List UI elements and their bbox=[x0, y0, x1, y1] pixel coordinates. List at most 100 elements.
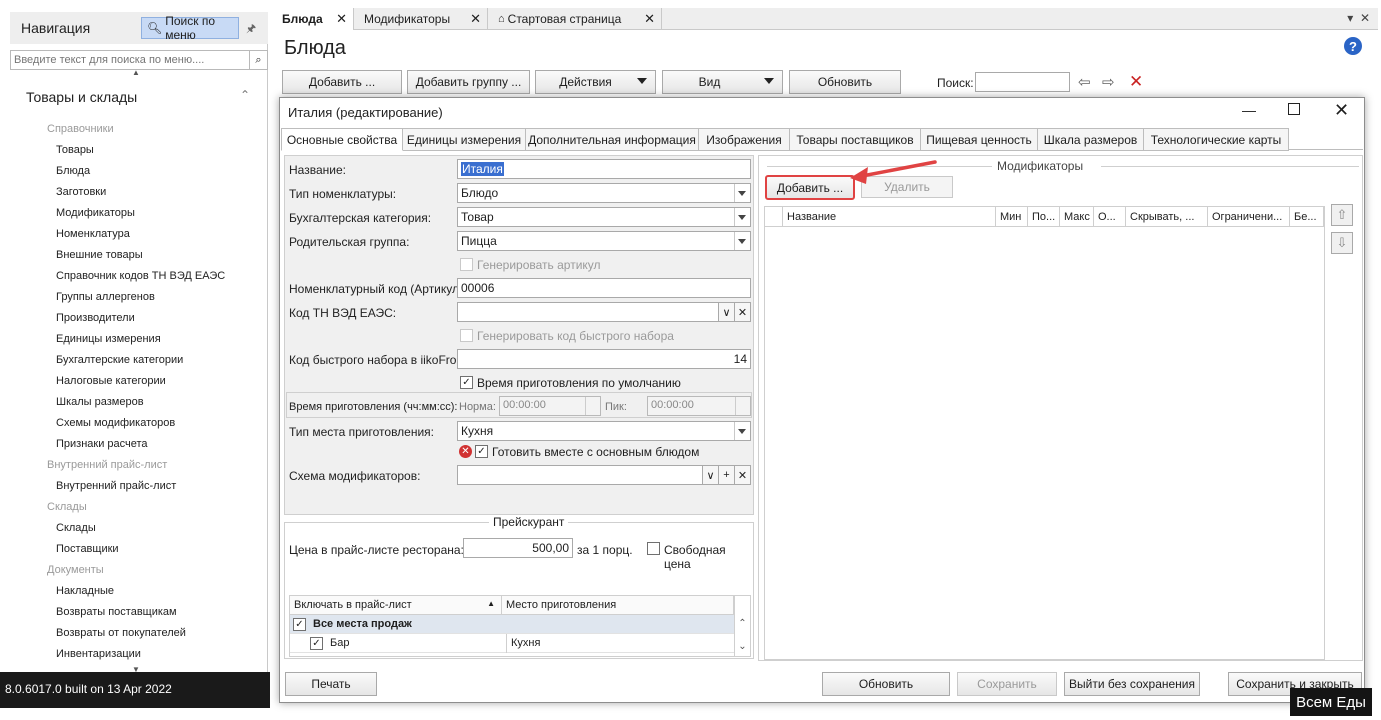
tab-modifiers[interactable]: Модификаторы ✕ bbox=[354, 8, 488, 30]
tab-tech-cards[interactable]: Технологические карты bbox=[1144, 128, 1289, 151]
sidebar-item[interactable]: Модификаторы bbox=[56, 207, 135, 219]
sidebar-item[interactable]: Накладные bbox=[56, 585, 114, 597]
sidebar-item[interactable]: Бухгалтерские категории bbox=[56, 354, 183, 366]
move-up-icon[interactable]: ⇧ bbox=[1331, 204, 1353, 226]
sidebar-item[interactable]: Блюда bbox=[56, 165, 90, 177]
arrow-left-icon[interactable]: ⇦ bbox=[1078, 73, 1091, 91]
sidebar-item[interactable]: Внутренний прайс-лист bbox=[56, 480, 176, 492]
row-checkbox[interactable]: ✓ bbox=[293, 618, 306, 631]
chevron-down-icon[interactable] bbox=[734, 184, 750, 202]
tab-main-properties[interactable]: Основные свойства bbox=[281, 128, 403, 151]
cook-with-main-checkbox[interactable]: ✓ bbox=[475, 445, 488, 458]
generate-article-checkbox[interactable] bbox=[460, 258, 473, 271]
pin-icon[interactable]: 🖈︎ bbox=[246, 20, 256, 39]
nav-section-title[interactable]: Товары и склады bbox=[26, 89, 137, 105]
close-icon[interactable]: ✕ bbox=[644, 11, 655, 27]
tabs-menu-icon[interactable]: ▾ ✕ bbox=[1347, 11, 1370, 25]
table-row[interactable]: ✓ Бар Кухня bbox=[290, 634, 734, 653]
collapse-icon[interactable]: ⌃ bbox=[240, 88, 250, 102]
column-header-min[interactable]: Мин bbox=[996, 207, 1028, 227]
sidebar-item[interactable]: Поставщики bbox=[56, 543, 119, 555]
clear-icon[interactable]: ✕ bbox=[1129, 72, 1143, 92]
sidebar-item[interactable]: Справочник кодов ТН ВЭД ЕАЭС bbox=[56, 270, 225, 282]
tab-dishes[interactable]: Блюда ✕ bbox=[272, 8, 354, 30]
sidebar-item[interactable]: Производители bbox=[56, 312, 135, 324]
column-header-place[interactable]: Место приготовления bbox=[502, 596, 734, 615]
close-icon[interactable]: ✕ bbox=[1334, 100, 1349, 121]
sidebar-item[interactable]: Схемы модификаторов bbox=[56, 417, 175, 429]
refresh-button[interactable]: Обновить bbox=[789, 70, 901, 94]
sidebar-item[interactable]: Группы аллергенов bbox=[56, 291, 155, 303]
sidebar-item[interactable]: Признаки расчета bbox=[56, 438, 148, 450]
column-header-free[interactable]: Бе... bbox=[1290, 207, 1324, 227]
sidebar-item[interactable]: Налоговые категории bbox=[56, 375, 166, 387]
close-icon[interactable]: ✕ bbox=[336, 11, 347, 27]
table-scrollbar[interactable]: ⌃ ⌄ bbox=[734, 596, 750, 656]
scroll-up-icon[interactable]: ▲ bbox=[132, 68, 140, 77]
column-header-hide[interactable]: Скрывать, ... bbox=[1126, 207, 1208, 227]
tab-additional-info[interactable]: Дополнительная информация bbox=[526, 128, 699, 151]
sidebar-item[interactable]: Шкалы размеров bbox=[56, 396, 144, 408]
column-header-name[interactable]: Название bbox=[783, 207, 996, 227]
sidebar-item[interactable]: Номенклатура bbox=[56, 228, 130, 240]
add-button[interactable]: Добавить ... bbox=[282, 70, 402, 94]
quick-code-field[interactable]: 14 bbox=[457, 349, 751, 369]
sidebar-item[interactable]: Внешние товары bbox=[56, 249, 143, 261]
refresh-dialog-button[interactable]: Обновить bbox=[822, 672, 950, 696]
menu-search-input[interactable] bbox=[10, 50, 250, 70]
chevron-down-icon[interactable] bbox=[734, 422, 750, 440]
column-header-default[interactable]: По... bbox=[1028, 207, 1060, 227]
search-input[interactable] bbox=[975, 72, 1070, 92]
tab-start-page[interactable]: ⌂ Стартовая страница ✕ bbox=[488, 8, 662, 30]
exit-without-saving-button[interactable]: Выйти без сохранения bbox=[1064, 672, 1200, 696]
type-select[interactable]: Блюдо bbox=[457, 183, 751, 203]
tab-size-scale[interactable]: Шкала размеров bbox=[1038, 128, 1144, 151]
tab-nutrition[interactable]: Пищевая ценность bbox=[921, 128, 1038, 151]
peak-time-field[interactable]: 00:00:00 bbox=[647, 396, 751, 416]
arrow-right-icon[interactable]: ⇨ bbox=[1102, 73, 1115, 91]
column-header-max[interactable]: Макс bbox=[1060, 207, 1094, 227]
name-field[interactable]: Италия bbox=[457, 159, 751, 179]
maximize-icon[interactable] bbox=[1288, 103, 1300, 115]
sidebar-item[interactable]: Единицы измерения bbox=[56, 333, 161, 345]
tab-images[interactable]: Изображения bbox=[699, 128, 790, 151]
chevron-down-icon[interactable]: ∨ bbox=[719, 302, 735, 322]
clear-icon[interactable]: ✕ bbox=[735, 465, 751, 485]
close-icon[interactable]: ✕ bbox=[470, 11, 481, 27]
place-type-select[interactable]: Кухня bbox=[457, 421, 751, 441]
row-checkbox[interactable]: ✓ bbox=[310, 637, 323, 650]
accounting-category-select[interactable]: Товар bbox=[457, 207, 751, 227]
help-icon[interactable]: ? bbox=[1344, 37, 1362, 55]
default-time-checkbox[interactable]: ✓ bbox=[460, 376, 473, 389]
chevron-down-icon[interactable] bbox=[734, 232, 750, 250]
add-group-button[interactable]: Добавить группу ... bbox=[407, 70, 530, 94]
clear-icon[interactable]: ✕ bbox=[735, 302, 751, 322]
sidebar-item[interactable]: Товары bbox=[56, 144, 94, 156]
modifier-scheme-field[interactable] bbox=[457, 465, 703, 485]
sidebar-item[interactable]: Возвраты поставщикам bbox=[56, 606, 177, 618]
sidebar-item[interactable]: Возвраты от покупателей bbox=[56, 627, 186, 639]
sidebar-item[interactable]: Склады bbox=[56, 522, 96, 534]
parent-group-select[interactable]: Пицца bbox=[457, 231, 751, 251]
chevron-down-icon[interactable]: ∨ bbox=[703, 465, 719, 485]
search-icon[interactable]: ⌕ bbox=[250, 50, 268, 70]
move-down-icon[interactable]: ⇩ bbox=[1331, 232, 1353, 254]
column-header-restrict[interactable]: Ограничени... bbox=[1208, 207, 1290, 227]
generate-quick-code-checkbox[interactable] bbox=[460, 329, 473, 342]
view-dropdown[interactable]: Вид bbox=[662, 70, 783, 94]
tab-units[interactable]: Единицы измерения bbox=[403, 128, 526, 151]
add-icon[interactable]: + bbox=[719, 465, 735, 485]
save-button[interactable]: Сохранить bbox=[957, 672, 1057, 696]
free-price-checkbox[interactable] bbox=[647, 542, 660, 555]
table-row[interactable]: ✓ Все места продаж bbox=[290, 615, 734, 634]
chevron-down-icon[interactable] bbox=[734, 208, 750, 226]
price-field[interactable]: 500,00 bbox=[463, 538, 573, 558]
print-button[interactable]: Печать bbox=[285, 672, 377, 696]
sidebar-item[interactable]: Заготовки bbox=[56, 186, 106, 198]
sidebar-item[interactable]: Инвентаризации bbox=[56, 648, 141, 660]
tnved-field[interactable] bbox=[457, 302, 719, 322]
article-field[interactable]: 00006 bbox=[457, 278, 751, 298]
column-header-include[interactable]: Включать в прайс-лист ▲ bbox=[290, 596, 502, 615]
norm-time-field[interactable]: 00:00:00 bbox=[499, 396, 601, 416]
column-header-required[interactable]: О... bbox=[1094, 207, 1126, 227]
